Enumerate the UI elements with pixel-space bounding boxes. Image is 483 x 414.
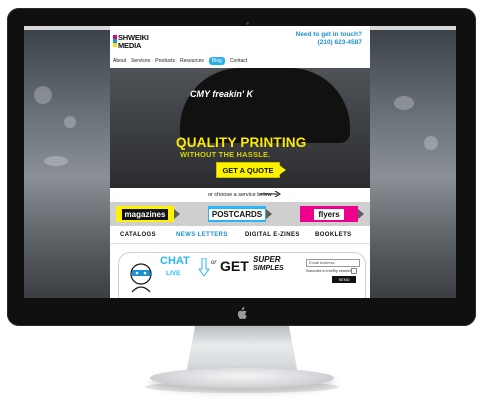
logo-yellow-square (113, 43, 117, 47)
get-a-quote-button[interactable]: GET A QUOTE (216, 162, 286, 178)
subservice-digital-ezines[interactable]: DIGITAL E-ZINES (245, 232, 300, 238)
nav-services[interactable]: Services (131, 58, 150, 64)
subservice-booklets[interactable]: BOOKLETS (315, 232, 352, 238)
camera-icon (246, 22, 249, 25)
nav-resources[interactable]: Resources (180, 58, 204, 64)
monitor-base (150, 368, 334, 388)
super-label: SUPER (253, 255, 281, 264)
nav-about[interactable]: About (113, 58, 126, 64)
arrow-right-icon (260, 191, 281, 197)
shweiki-media-logo[interactable]: SHWEIKI MEDIA (113, 32, 157, 52)
subscribe-checkbox[interactable] (351, 268, 357, 274)
service-flyers-label: flyers (314, 208, 344, 220)
chat-heading[interactable]: CHAT (160, 255, 190, 267)
subservice-newsletters[interactable]: NEWS LETTERS (176, 232, 228, 238)
monitor-stand (186, 326, 298, 374)
arrow-down-icon (199, 258, 209, 276)
background-photo-left (24, 26, 116, 298)
shirt-text: CMY freakin' K (190, 89, 253, 99)
subservice-catalogs[interactable]: CATALOGS (120, 232, 156, 238)
service-magazines-label: magazines (121, 208, 169, 220)
background-photo-right (364, 26, 456, 298)
service-flyers-button[interactable]: flyers (300, 206, 364, 222)
simples-label: SIMPLES (253, 265, 284, 272)
service-postcards-label: POSTCARDS (208, 208, 266, 220)
nav-blog[interactable]: Blog (208, 57, 225, 65)
send-button[interactable]: SEND (332, 276, 356, 283)
main-nav: About Services Products Resources Blog C… (113, 56, 247, 66)
logo-line2: MEDIA (118, 41, 142, 50)
apple-logo-icon (237, 307, 247, 320)
contact-phone[interactable]: (210) 623-4587 (318, 39, 362, 46)
get-label: GET (220, 258, 249, 274)
service-magazines-button[interactable]: magazines (116, 206, 180, 222)
divider (110, 243, 370, 244)
hero-subheadline: WITHOUT THE HASSLE. (180, 150, 271, 159)
contact-heading: Need to get in touch? (295, 31, 362, 38)
ninja-mascot-icon (130, 263, 152, 293)
hero-person-photo (180, 68, 350, 143)
hero-headline: QUALITY PRINTING (176, 135, 307, 150)
screen: SHWEIKI MEDIA Need to get in touch? (210… (24, 26, 456, 298)
subscribe-label: Subscribe to free/flip newsletter (306, 269, 355, 273)
live-label: LIVE (166, 270, 181, 277)
service-postcards-button[interactable]: POSTCARDS (208, 206, 272, 222)
nav-products[interactable]: Products (155, 58, 175, 64)
nav-contact[interactable]: Contact (230, 58, 247, 64)
or-label: or (211, 260, 217, 266)
email-field[interactable]: Email Address (306, 259, 360, 267)
website: SHWEIKI MEDIA Need to get in touch? (210… (110, 26, 370, 298)
hero-banner: CMY freakin' K QUALITY PRINTING WITHOUT … (110, 68, 370, 188)
